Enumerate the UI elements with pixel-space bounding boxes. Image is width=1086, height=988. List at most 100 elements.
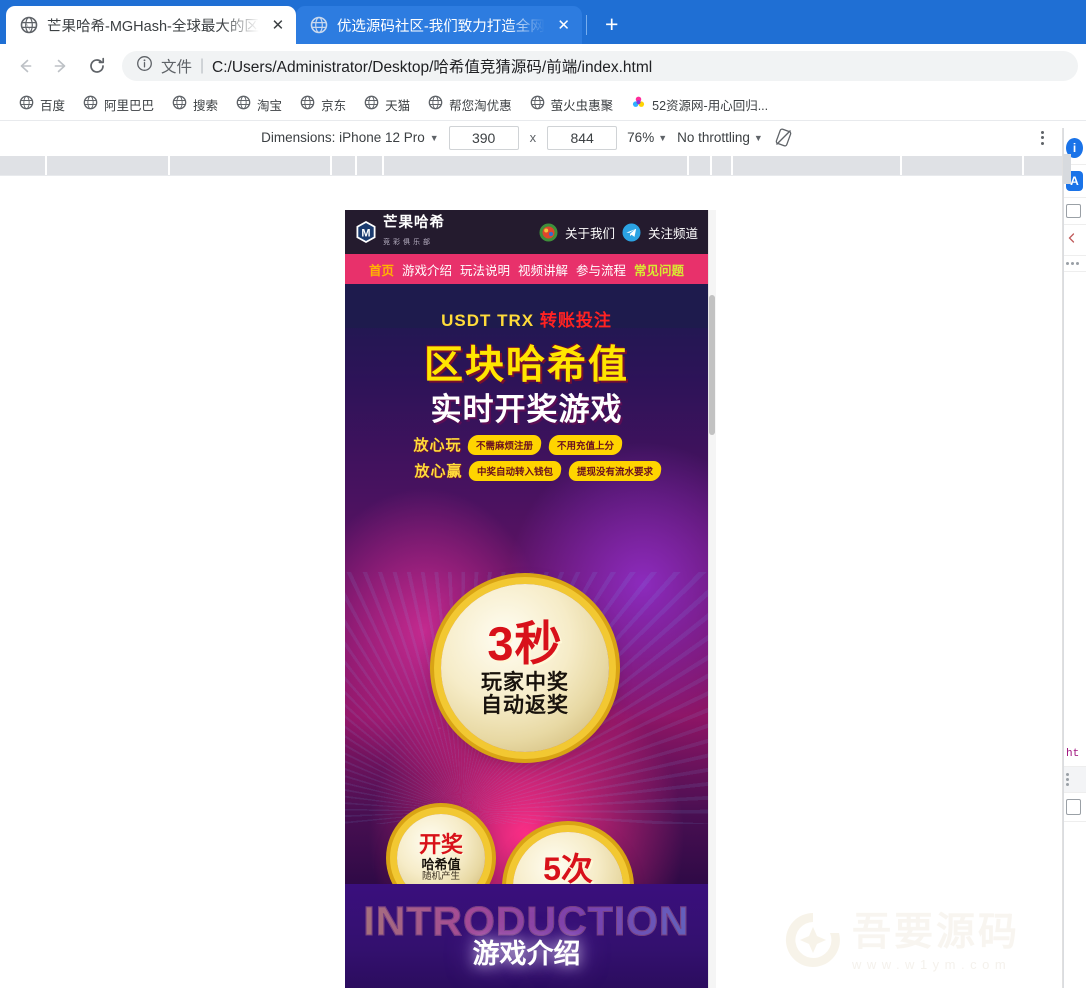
- site-logo-title: 芒果哈希: [383, 215, 445, 232]
- bookmark-label: 天猫: [385, 98, 411, 113]
- bookmark-52ziyuanwang[interactable]: 52资源网-用心回归...: [622, 91, 777, 117]
- close-icon[interactable]: ✕: [268, 15, 288, 35]
- nav-item-process[interactable]: 参与流程: [576, 260, 626, 279]
- globe-icon: [310, 16, 328, 34]
- panel-row-chevron[interactable]: [1063, 225, 1086, 256]
- scrollbar-thumb[interactable]: [709, 295, 715, 435]
- hexagon-m-logo-icon: M: [355, 220, 377, 244]
- tag-pill-label: 提现没有流水要求: [576, 466, 653, 478]
- nav-item-home[interactable]: 首页: [369, 260, 394, 279]
- bookmark-tmall[interactable]: 天猫: [355, 91, 419, 117]
- nav-item-video-guide[interactable]: 视频讲解: [518, 260, 568, 279]
- site-logo[interactable]: M 芒果哈希 竞彩俱乐部: [355, 215, 445, 249]
- header-link-about[interactable]: 关于我们: [565, 223, 615, 242]
- bookmark-search[interactable]: 搜索: [163, 91, 227, 117]
- coin-draw-hash: 开奖 哈希值 随机产生: [397, 814, 485, 884]
- header-link-channel[interactable]: 关注频道: [648, 223, 698, 242]
- kebab-menu-icon[interactable]: [1032, 128, 1052, 148]
- navigation-toolbar: 文件 | C:/Users/Administrator/Desktop/哈希值竞…: [0, 44, 1086, 88]
- tag-pill-label: 不需麻烦注册: [476, 440, 534, 452]
- bookmark-label: 52资源网-用心回归...: [652, 98, 769, 113]
- globe-icon: [236, 95, 251, 113]
- dimension-separator: x: [529, 130, 537, 145]
- list-icon: [1066, 773, 1069, 786]
- panel-row-more[interactable]: [1063, 256, 1086, 272]
- header-links: 关于我们 关注频道: [539, 223, 698, 242]
- rendered-page: M 芒果哈希 竞彩俱乐部 关于我们 关注频道 首页 游戏介绍 玩法说明 视频讲解…: [345, 210, 708, 988]
- tag-pill: 提现没有流水要求: [567, 460, 662, 481]
- zoom-dropdown[interactable]: 76% ▼: [627, 130, 667, 145]
- watermark-chinese: 吾要源码: [852, 910, 1021, 954]
- chevron-down-icon: ▼: [429, 132, 439, 143]
- bookmark-taobao[interactable]: 淘宝: [227, 91, 291, 117]
- browser-tab-2[interactable]: 优选源码社区-我们致力打造全网 ✕: [295, 6, 582, 44]
- checkbox-icon[interactable]: [1066, 204, 1081, 218]
- rotate-device-icon[interactable]: [773, 127, 795, 149]
- browser-window: 芒果哈希-MGHash-全球最大的区 ✕ 优选源码社区-我们致力打造全网 ✕ +: [0, 0, 1086, 988]
- chevron-down-icon: ▼: [658, 132, 668, 143]
- bookmarks-bar: 百度 阿里巴巴 搜索 淘宝 京东 天猫 帮您淘优惠 萤火虫惠聚 52资源网-用心…: [0, 88, 1086, 120]
- info-circle-icon[interactable]: [136, 55, 153, 77]
- viewport-ruler: [0, 154, 1086, 176]
- throttling-value: No throttling: [677, 130, 750, 145]
- panel-tab-handle[interactable]: [1063, 154, 1071, 184]
- viewport-height-input[interactable]: 844: [547, 125, 618, 150]
- close-icon[interactable]: ✕: [554, 15, 574, 35]
- bookmark-yinghuochong[interactable]: 萤火虫惠聚: [521, 91, 623, 117]
- telegram-group-icon: [539, 223, 558, 242]
- page-scrollbar[interactable]: [708, 210, 716, 988]
- bookmark-alibaba[interactable]: 阿里巴巴: [74, 91, 163, 117]
- panel-row-box[interactable]: [1063, 793, 1086, 822]
- intro-section: INTRODUCTION 游戏介绍: [345, 884, 708, 988]
- ruler-strip: [0, 156, 1062, 175]
- tab-title: 芒果哈希-MGHash-全球最大的区: [47, 18, 259, 35]
- site-nav: 首页 游戏介绍 玩法说明 视频讲解 参与流程 常见问题: [345, 254, 708, 284]
- tag-pill: 不需麻烦注册: [467, 434, 543, 455]
- panel-row-checkbox[interactable]: [1063, 198, 1086, 225]
- box-icon: [1066, 799, 1081, 815]
- bookmark-label: 搜索: [193, 98, 219, 113]
- watermark-url: www.w1ym.com: [852, 956, 1012, 972]
- tab-title: 优选源码社区-我们致力打造全网: [336, 18, 545, 35]
- nav-item-how-to-play[interactable]: 玩法说明: [460, 260, 510, 279]
- browser-tab-1[interactable]: 芒果哈希-MGHash-全球最大的区 ✕: [6, 6, 296, 44]
- panel-row-list[interactable]: [1063, 767, 1086, 793]
- globe-icon: [364, 95, 379, 113]
- forward-button[interactable]: [44, 49, 78, 83]
- globe-icon: [300, 95, 315, 113]
- throttling-dropdown[interactable]: No throttling ▼: [677, 130, 763, 145]
- globe-icon: [428, 95, 443, 113]
- reload-button[interactable]: [80, 49, 114, 83]
- coin-headline: 5次: [543, 851, 593, 884]
- device-preset-dropdown[interactable]: Dimensions: iPhone 12 Pro ▼: [261, 130, 439, 145]
- bookmark-jd[interactable]: 京东: [291, 91, 355, 117]
- tag-pill-label: 中奖自动转入钱包: [477, 466, 554, 478]
- new-tab-button[interactable]: +: [597, 9, 627, 39]
- back-button[interactable]: [8, 49, 42, 83]
- tag-row-lead: 放心赢: [414, 463, 463, 480]
- file-scheme-label: 文件: [161, 59, 193, 76]
- nav-item-faq[interactable]: 常见问题: [634, 260, 684, 279]
- globe-icon: [530, 95, 545, 113]
- wuyaoyuanma-logo-icon: [782, 909, 844, 976]
- coin-5-times: 5次 新人试玩 输了退还: [513, 832, 623, 884]
- globe-icon: [19, 95, 34, 113]
- bookmark-label: 阿里巴巴: [104, 98, 155, 113]
- tag-row-lead: 放心玩: [413, 437, 462, 454]
- device-preset-label: Dimensions: iPhone 12 Pro: [261, 130, 425, 145]
- ellipsis-icon: [1066, 262, 1079, 265]
- coin-line-2: 自动返奖: [481, 694, 569, 718]
- zoom-value: 76%: [627, 130, 655, 145]
- globe-icon: [20, 16, 38, 34]
- panel-row-http[interactable]: ht: [1063, 742, 1086, 767]
- nav-item-game-intro[interactable]: 游戏介绍: [402, 260, 452, 279]
- bookmark-label: 淘宝: [257, 98, 283, 113]
- bookmark-taoyouhui[interactable]: 帮您淘优惠: [419, 91, 521, 117]
- coin-line-2: 随机产生: [421, 871, 460, 883]
- banner-headline-2: 实时开奖游戏: [430, 392, 623, 427]
- address-bar[interactable]: 文件 | C:/Users/Administrator/Desktop/哈希值竞…: [122, 51, 1078, 81]
- bookmark-baidu[interactable]: 百度: [10, 91, 74, 117]
- chevron-down-icon: ▼: [753, 132, 763, 143]
- hero-banner: USDT TRX 转账投注 区块哈希值 实时开奖游戏 放心玩 不需麻烦注册 不用…: [345, 284, 708, 884]
- viewport-width-input[interactable]: 390: [448, 125, 519, 150]
